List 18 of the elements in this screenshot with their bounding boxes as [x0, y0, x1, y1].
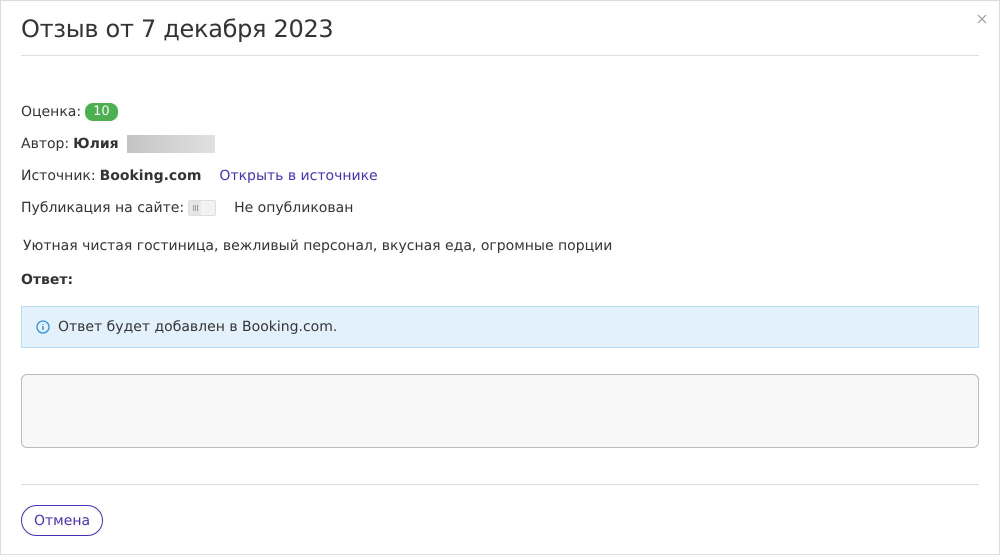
answer-field[interactable]	[21, 374, 979, 448]
field-label: Оценка:	[21, 104, 82, 120]
field-label: Источник:	[21, 168, 96, 184]
cancel-button[interactable]: Отмена	[21, 505, 104, 536]
author-name: Юлия	[73, 136, 119, 152]
source-name: Booking.com	[100, 168, 202, 184]
info-icon	[36, 320, 50, 334]
close-icon[interactable]	[977, 14, 987, 24]
field-label: Автор:	[21, 136, 70, 152]
publish-toggle[interactable]	[188, 200, 216, 216]
field-label: Публикация на сайте:	[21, 200, 184, 216]
dialog-title: Отзыв от 7 декабря 2023	[21, 14, 334, 45]
publication-status: Не опубликован	[234, 200, 354, 216]
review-text: Уютная чистая гостиница, вежливый персонал, вкусная еда, огромные порции	[23, 238, 614, 254]
rating-badge: 10	[85, 103, 118, 121]
answer-label: Ответ:	[21, 272, 74, 288]
notice-text: Ответ будет добавлен в Booking.com.	[58, 319, 338, 335]
source-link[interactable]: Открыть в источнике	[219, 168, 378, 184]
